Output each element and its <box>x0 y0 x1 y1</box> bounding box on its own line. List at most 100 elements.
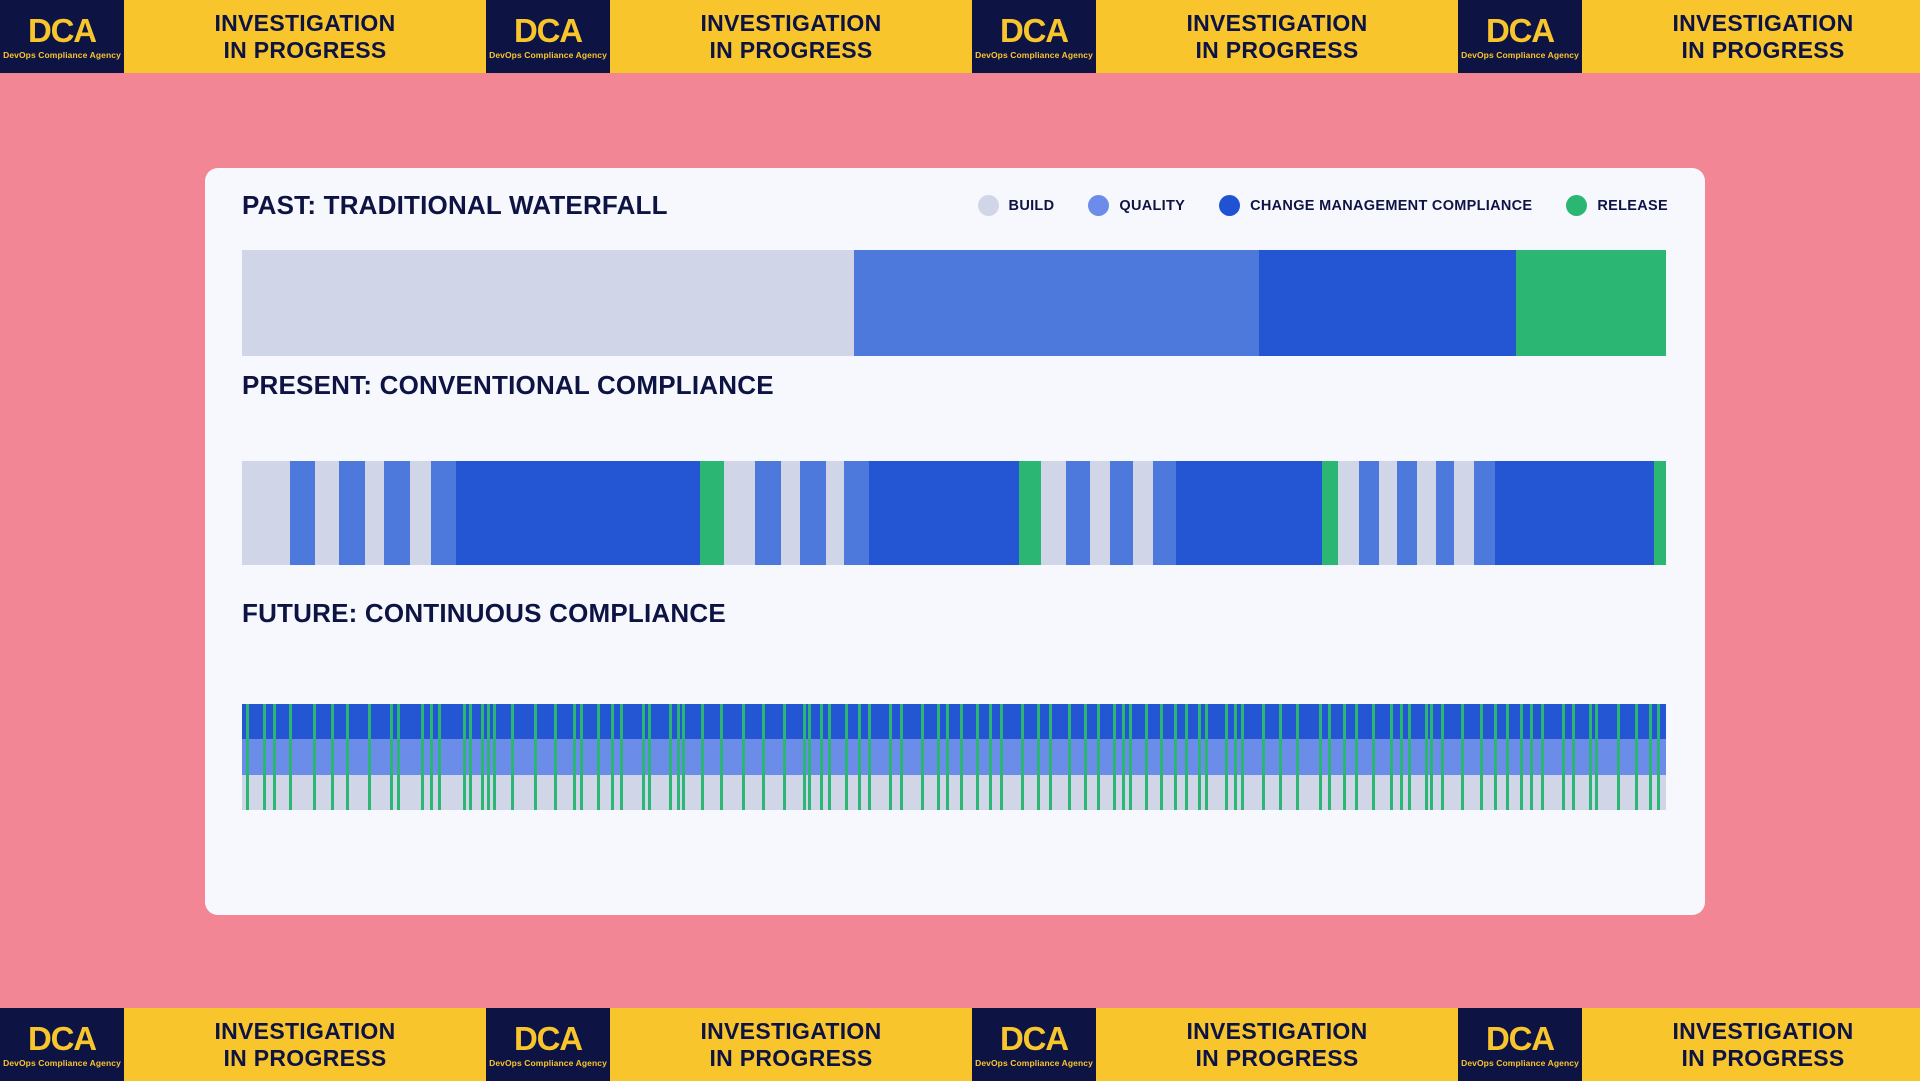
banner-unit: DCA DevOps Compliance Agency INVESTIGATION… <box>486 0 972 73</box>
section-title-past: PAST: TRADITIONAL WATERFALL <box>242 190 668 220</box>
dca-logo-subtitle: DevOps Compliance Agency <box>975 1057 1093 1068</box>
banner-message: INVESTIGATION IN PROGRESS <box>124 1008 486 1081</box>
future-lane-change-management-compliance <box>242 704 1666 740</box>
dca-logo-subtitle: DevOps Compliance Agency <box>489 49 607 60</box>
bar-segment-build <box>1132 461 1153 565</box>
bar-segment-quality <box>1152 461 1177 565</box>
dca-logo-subtitle: DevOps Compliance Agency <box>489 1057 607 1068</box>
legend-swatch-icon <box>1219 195 1241 216</box>
dca-logo-mark: DCA <box>514 11 583 49</box>
dca-logo: DCA DevOps Compliance Agency <box>0 0 124 73</box>
bar-segment-change-management-compliance <box>1495 461 1655 565</box>
banner-message: INVESTIGATION IN PROGRESS <box>124 0 486 73</box>
bar-segment-build <box>1417 461 1436 565</box>
bar-segment-build <box>825 461 845 565</box>
bar-segment-build <box>365 461 384 565</box>
card-header: PAST: TRADITIONAL WATERFALL BUILD QUALITY… <box>242 190 1668 221</box>
banner-message-line1: INVESTIGATION <box>1186 1017 1368 1044</box>
banner-message-line2: IN PROGRESS <box>223 1044 387 1071</box>
legend-swatch-icon <box>1088 195 1110 216</box>
banner-unit: DCA DevOps Compliance Agency INVESTIGATION… <box>0 1008 486 1081</box>
chart-present-conventional-compliance <box>242 461 1666 565</box>
dca-logo-mark: DCA <box>28 11 97 49</box>
bar-segment-build <box>242 250 855 356</box>
dca-logo-mark: DCA <box>1000 1019 1069 1057</box>
chart-future-continuous-compliance <box>242 704 1666 810</box>
bar-segment-quality <box>289 461 315 565</box>
dca-logo: DCA DevOps Compliance Agency <box>486 1008 610 1081</box>
banner-unit: DCA DevOps Compliance Agency INVESTIGATION… <box>1458 1008 1920 1081</box>
dca-logo-subtitle: DevOps Compliance Agency <box>3 49 121 60</box>
banner-message: INVESTIGATION IN PROGRESS <box>1582 1008 1920 1081</box>
future-lane-quality <box>242 739 1666 775</box>
dca-logo-subtitle: DevOps Compliance Agency <box>3 1057 121 1068</box>
dca-logo-mark: DCA <box>28 1019 97 1057</box>
legend-swatch-icon <box>977 195 999 216</box>
bar-segment-quality <box>1435 461 1455 565</box>
bottom-banner: DCA DevOps Compliance Agency INVESTIGATION… <box>0 1008 1920 1081</box>
bar-segment-build <box>1378 461 1398 565</box>
banner-message-line1: INVESTIGATION <box>214 1017 396 1044</box>
dca-logo-mark: DCA <box>1486 1019 1555 1057</box>
dca-logo-mark: DCA <box>514 1019 583 1057</box>
chart-past-traditional-waterfall <box>242 250 1666 356</box>
bar-segment-build <box>1041 461 1067 565</box>
banner-message-line2: IN PROGRESS <box>1681 36 1845 63</box>
bar-segment-change-management-compliance <box>456 461 700 565</box>
dca-logo: DCA DevOps Compliance Agency <box>972 0 1096 73</box>
banner-message: INVESTIGATION IN PROGRESS <box>610 0 972 73</box>
legend-label: QUALITY <box>1119 197 1186 214</box>
bar-segment-build <box>723 461 756 565</box>
banner-message-line2: IN PROGRESS <box>223 36 387 63</box>
banner-message: INVESTIGATION IN PROGRESS <box>1582 0 1920 73</box>
banner-message-line1: INVESTIGATION <box>1672 1017 1854 1044</box>
banner-unit: DCA DevOps Compliance Agency INVESTIGATION… <box>0 0 486 73</box>
legend-item-build: BUILD <box>977 195 1055 216</box>
banner-message-line1: INVESTIGATION <box>1186 9 1368 36</box>
banner-unit: DCA DevOps Compliance Agency INVESTIGATION… <box>972 0 1458 73</box>
dca-logo: DCA DevOps Compliance Agency <box>1458 1008 1582 1081</box>
bar-segment-release <box>699 461 724 565</box>
section-title-future: FUTURE: CONTINUOUS COMPLIANCE <box>242 598 726 628</box>
bar-segment-quality <box>844 461 870 565</box>
bar-segment-build <box>242 461 290 565</box>
bar-segment-quality <box>1397 461 1418 565</box>
banner-message-line1: INVESTIGATION <box>214 9 396 36</box>
bar-segment-quality <box>431 461 457 565</box>
banner-message-line1: INVESTIGATION <box>1672 9 1854 36</box>
bar-segment-build <box>780 461 801 565</box>
bar-segment-build <box>1454 461 1475 565</box>
dca-logo: DCA DevOps Compliance Agency <box>1458 0 1582 73</box>
legend-item-release: RELEASE <box>1566 195 1668 216</box>
banner-message: INVESTIGATION IN PROGRESS <box>1096 1008 1458 1081</box>
dca-logo: DCA DevOps Compliance Agency <box>486 0 610 73</box>
banner-message-line2: IN PROGRESS <box>1195 36 1359 63</box>
bar-segment-quality <box>1474 461 1496 565</box>
bar-segment-quality <box>800 461 826 565</box>
legend: BUILD QUALITY CHANGE MANAGEMENT COMPLIANCE… <box>977 195 1668 216</box>
bar-segment-release <box>1321 461 1338 565</box>
dca-logo: DCA DevOps Compliance Agency <box>0 1008 124 1081</box>
bar-segment-quality <box>755 461 781 565</box>
banner-message-line1: INVESTIGATION <box>700 1017 882 1044</box>
banner-message-line1: INVESTIGATION <box>700 9 882 36</box>
future-lane-build <box>242 774 1666 810</box>
dca-logo-subtitle: DevOps Compliance Agency <box>975 49 1093 60</box>
section-title-present: PRESENT: CONVENTIONAL COMPLIANCE <box>242 370 774 400</box>
bar-segment-release <box>1018 461 1042 565</box>
bar-segment-release <box>1516 250 1666 356</box>
banner-message-line2: IN PROGRESS <box>709 36 873 63</box>
bar-segment-change-management-compliance <box>1176 461 1322 565</box>
dca-logo-mark: DCA <box>1486 11 1555 49</box>
bar-segment-quality <box>383 461 411 565</box>
banner-unit: DCA DevOps Compliance Agency INVESTIGATION… <box>1458 0 1920 73</box>
banner-message: INVESTIGATION IN PROGRESS <box>1096 0 1458 73</box>
banner-message-line2: IN PROGRESS <box>709 1044 873 1071</box>
banner-unit: DCA DevOps Compliance Agency INVESTIGATION… <box>972 1008 1458 1081</box>
bar-segment-build <box>314 461 339 565</box>
dca-logo: DCA DevOps Compliance Agency <box>972 1008 1096 1081</box>
bar-segment-build <box>1090 461 1111 565</box>
bar-segment-quality <box>338 461 366 565</box>
legend-label: CHANGE MANAGEMENT COMPLIANCE <box>1250 197 1533 214</box>
legend-label: BUILD <box>1008 197 1055 214</box>
